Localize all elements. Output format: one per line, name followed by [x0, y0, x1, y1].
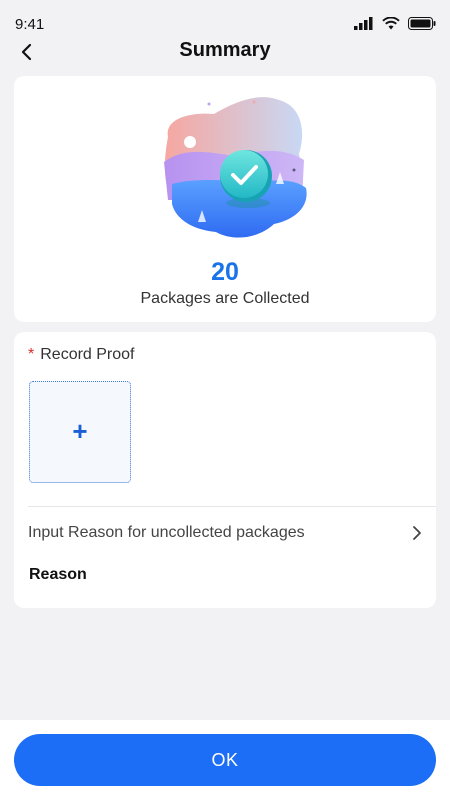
- divider: [28, 506, 436, 507]
- plus-icon: +: [72, 416, 88, 446]
- collected-success-illustration: [164, 97, 307, 238]
- record-proof-label: Record Proof: [40, 346, 135, 363]
- chevron-right-icon: [413, 526, 421, 540]
- footer-bar: OK: [0, 720, 450, 800]
- required-marker: *: [28, 346, 35, 363]
- battery-icon: [408, 17, 436, 30]
- proof-card: * Record Proof + Input Reason for uncolle…: [14, 332, 436, 608]
- collected-label: Packages are Collected: [140, 290, 310, 307]
- wifi-icon: [382, 17, 400, 30]
- record-proof-title: * Record Proof: [28, 346, 135, 364]
- input-reason-label: Input Reason for uncollected packages: [28, 524, 305, 541]
- ok-button[interactable]: OK: [14, 734, 436, 786]
- upload-photo-button[interactable]: +: [29, 381, 131, 483]
- signal-icon: [354, 17, 373, 30]
- reason-label: Reason: [29, 566, 87, 583]
- summary-card: 20 Packages are Collected: [14, 76, 436, 322]
- input-reason-row[interactable]: Input Reason for uncollected packages: [28, 518, 422, 548]
- status-time: 9:41: [15, 16, 45, 33]
- nav-bar: Summary: [0, 32, 450, 72]
- status-icons: [354, 17, 436, 30]
- collected-count: 20: [211, 258, 239, 286]
- page-title: Summary: [179, 39, 271, 61]
